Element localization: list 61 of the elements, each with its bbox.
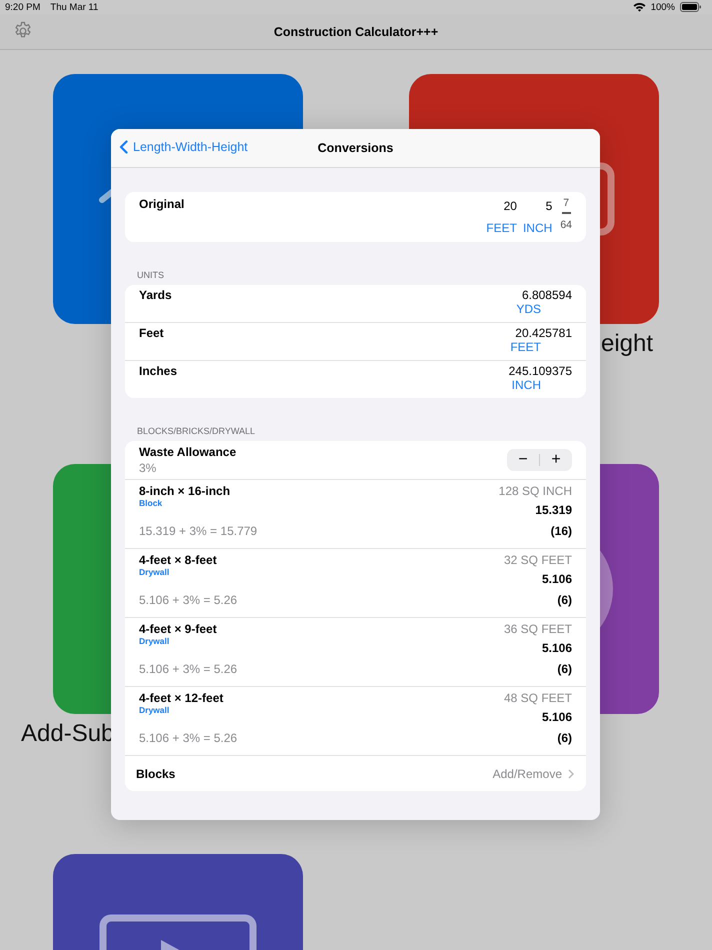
item-area: 36 SQ FEET bbox=[504, 622, 572, 636]
item-type: Drywall bbox=[139, 567, 170, 577]
blocks-label: Blocks bbox=[136, 766, 176, 780]
item-formula: 5.106 + 3% = 5.26 bbox=[139, 593, 238, 607]
item-area: 32 SQ FEET bbox=[504, 553, 572, 567]
item-size: 8-inch × 16-inch bbox=[139, 484, 230, 498]
item-formula: 15.319 + 3% = 15.779 bbox=[139, 524, 258, 538]
sheet-title: Conversions bbox=[318, 141, 394, 155]
item-area: 128 SQ INCH bbox=[498, 484, 572, 498]
blocks-row[interactable]: Blocks Add/Remove bbox=[125, 756, 586, 791]
item-type: Block bbox=[139, 498, 162, 508]
chevron-left-icon bbox=[119, 140, 128, 154]
item-type: Drywall bbox=[139, 705, 170, 715]
item-quantity: 15.319 bbox=[535, 503, 572, 517]
unit-name: FEET bbox=[510, 340, 542, 354]
inch-unit: INCH bbox=[522, 221, 552, 235]
item-rounded: (6) bbox=[557, 593, 572, 607]
app-title: Construction Calculator+++ bbox=[274, 24, 438, 38]
item-rounded: (6) bbox=[557, 731, 572, 745]
video-icon bbox=[99, 914, 257, 950]
section-header: UNITS bbox=[136, 269, 165, 282]
increment-button[interactable]: + bbox=[540, 451, 572, 469]
unit-label: Inches bbox=[139, 364, 178, 380]
section-header: BLOCKS/BRICKS/DRYWALL bbox=[136, 425, 256, 438]
battery-percent: 100% bbox=[650, 2, 675, 12]
unit-name: YDS bbox=[516, 302, 542, 316]
feet-unit: FEET bbox=[486, 221, 517, 235]
fraction-numerator: 7 bbox=[563, 197, 570, 209]
item-rounded: (6) bbox=[557, 662, 572, 676]
item-area: 48 SQ FEET bbox=[504, 691, 572, 705]
original-label: Original bbox=[139, 197, 184, 213]
item-formula: 5.106 + 3% = 5.26 bbox=[139, 662, 238, 676]
item-size: 4-feet × 12-feet bbox=[139, 691, 224, 705]
wifi-icon bbox=[632, 2, 646, 12]
unit-value: 6.808594 bbox=[522, 288, 572, 302]
item-size: 4-feet × 8-feet bbox=[139, 553, 217, 567]
unit-value: 245.109375 bbox=[508, 364, 572, 378]
chevron-right-icon bbox=[568, 768, 574, 778]
unit-value: 20.425781 bbox=[515, 326, 572, 340]
item-type: Drywall bbox=[139, 636, 170, 646]
item-quantity: 5.106 bbox=[542, 641, 572, 655]
waste-value: 3% bbox=[139, 461, 158, 475]
tool-label: Add-Sub bbox=[21, 720, 114, 748]
item-quantity: 5.106 bbox=[542, 572, 572, 586]
item-formula: 5.106 + 3% = 5.26 bbox=[139, 731, 238, 745]
feet-value: 20 bbox=[504, 199, 517, 213]
item-quantity: 5.106 bbox=[542, 710, 572, 724]
item-size: 4-feet × 9-feet bbox=[139, 622, 217, 636]
waste-label: Waste Allowance bbox=[139, 445, 236, 459]
tool-label: eight bbox=[601, 330, 654, 358]
inch-value: 5 bbox=[546, 199, 552, 213]
status-date: Thu Mar 11 bbox=[50, 2, 98, 12]
unit-name: INCH bbox=[512, 378, 542, 392]
fraction-denominator: 64 bbox=[560, 218, 572, 230]
battery-icon bbox=[680, 2, 702, 12]
status-time: 9:20 PM bbox=[5, 2, 40, 12]
decrement-button[interactable]: − bbox=[507, 451, 539, 469]
back-button[interactable]: Length-Width-Height bbox=[119, 140, 248, 154]
unit-label: Feet bbox=[139, 326, 164, 342]
item-rounded: (16) bbox=[550, 524, 572, 538]
unit-label: Yards bbox=[139, 288, 172, 304]
